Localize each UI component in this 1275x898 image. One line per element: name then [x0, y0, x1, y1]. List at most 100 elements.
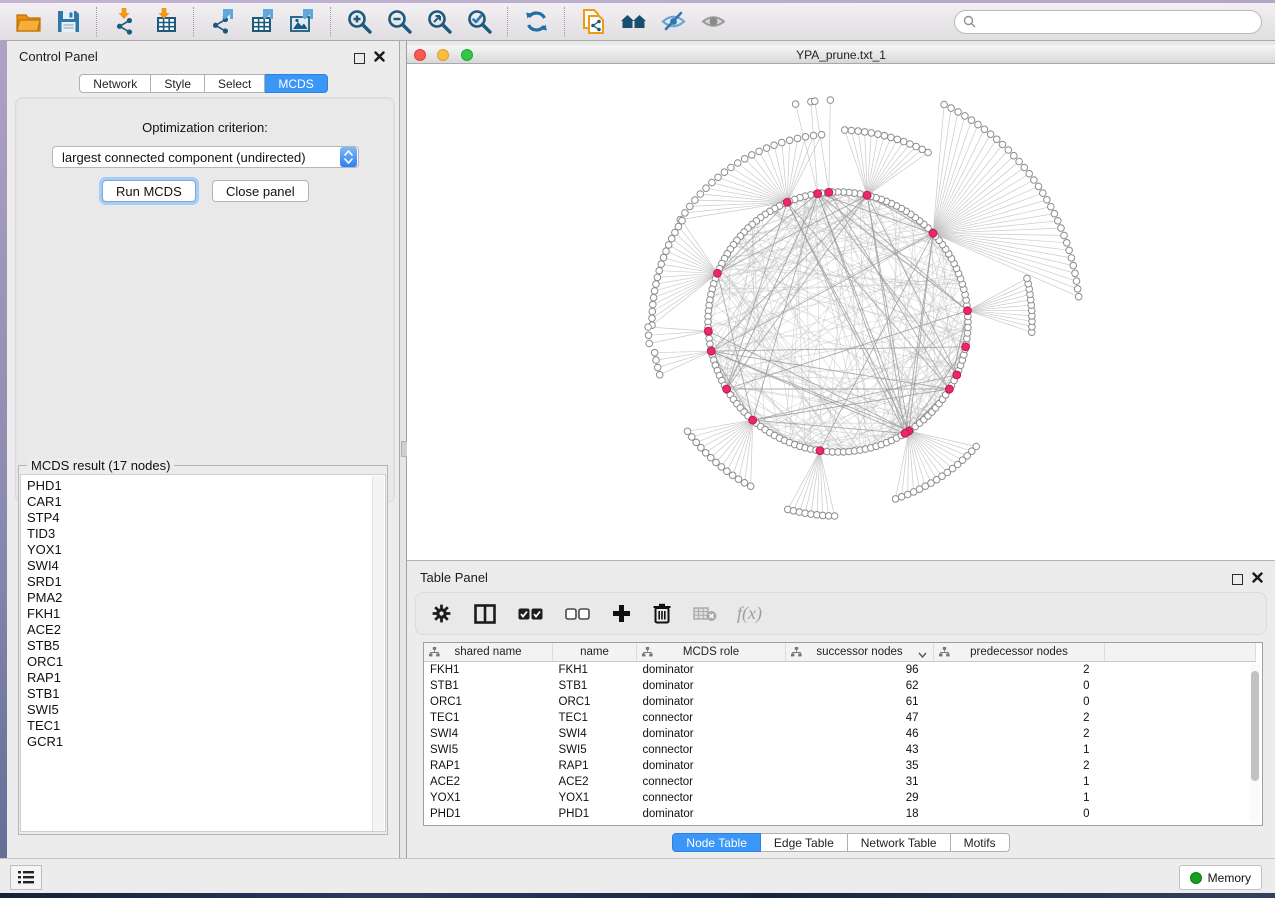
mcds-result-item[interactable]: RAP1 — [27, 670, 385, 686]
mcds-result-item[interactable]: TID3 — [27, 526, 385, 542]
gear-icon[interactable] — [431, 603, 452, 624]
column-header-name[interactable]: name — [553, 643, 637, 662]
tab-network[interactable]: Network — [79, 74, 151, 93]
table-scrollbar-thumb[interactable] — [1251, 671, 1259, 781]
sort-indicator-icon — [918, 649, 927, 661]
table-panel-tabs: Node TableEdge TableNetwork TableMotifs — [407, 833, 1275, 852]
node-table: shared namenameMCDS rolesuccessor nodesp… — [423, 642, 1263, 826]
network-view-area: YPA_prune.txt_1 Table Panel f(x) shared … — [407, 41, 1275, 858]
memory-label: Memory — [1208, 871, 1251, 885]
zoom-fit-icon[interactable] — [424, 7, 454, 37]
control-panel-tabs: NetworkStyleSelectMCDS — [7, 74, 400, 93]
mcds-result-item[interactable]: ACE2 — [27, 622, 385, 638]
zoom-in-icon[interactable] — [344, 7, 374, 37]
save-icon[interactable] — [53, 7, 83, 37]
delete-table-icon — [693, 606, 717, 622]
table-row[interactable]: ACE2ACE2connector311 — [424, 774, 1256, 790]
mcds-result-item[interactable]: YOX1 — [27, 542, 385, 558]
network-graph[interactable] — [407, 64, 1275, 560]
column-header-predecessor-nodes[interactable]: predecessor nodes — [934, 643, 1105, 662]
mcds-result-item[interactable]: SWI5 — [27, 702, 385, 718]
table-row[interactable]: SWI5SWI5connector431 — [424, 742, 1256, 758]
tab-edge-table[interactable]: Edge Table — [761, 833, 848, 852]
mcds-result-title: MCDS result (17 nodes) — [27, 458, 174, 473]
table-row[interactable]: ORC1ORC1dominator610 — [424, 694, 1256, 710]
mcds-result-item[interactable]: PMA2 — [27, 590, 385, 606]
tab-node-table[interactable]: Node Table — [672, 833, 761, 852]
search-input[interactable] — [954, 10, 1262, 34]
duplicate-network-icon[interactable] — [578, 7, 608, 37]
control-panel-title: Control Panel — [19, 49, 98, 64]
search-container — [954, 10, 1262, 34]
table-row[interactable]: YOX1YOX1connector291 — [424, 790, 1256, 806]
first-neighbors-icon[interactable] — [618, 7, 648, 37]
refresh-icon[interactable] — [521, 7, 551, 37]
table-row[interactable]: FKH1FKH1dominator962 — [424, 662, 1256, 679]
column-header-successor-nodes[interactable]: successor nodes — [786, 643, 934, 662]
tab-mcds[interactable]: MCDS — [265, 74, 327, 93]
table-row[interactable]: SWI4SWI4dominator462 — [424, 726, 1256, 742]
add-row-icon[interactable] — [612, 604, 631, 623]
select-all-icon[interactable] — [518, 608, 543, 620]
split-columns-icon[interactable] — [474, 604, 496, 624]
control-panel: Control Panel NetworkStyleSelectMCDS Opt… — [7, 41, 400, 858]
vertical-splitter[interactable] — [400, 41, 407, 858]
import-network-icon[interactable] — [110, 7, 140, 37]
criterion-select[interactable]: largest connected component (undirected) — [52, 146, 359, 168]
mcds-result-item[interactable]: FKH1 — [27, 606, 385, 622]
export-table-icon[interactable] — [247, 7, 277, 37]
control-panel-close-button[interactable] — [374, 49, 385, 67]
application-window: Control Panel NetworkStyleSelectMCDS Opt… — [0, 0, 1275, 898]
column-header-shared-name[interactable]: shared name — [424, 643, 553, 662]
mcds-result-list[interactable]: PHD1CAR1STP4TID3YOX1SWI4SRD1PMA2FKH1ACE2… — [20, 474, 386, 832]
column-header-filler — [1105, 643, 1256, 662]
tab-select[interactable]: Select — [205, 74, 265, 93]
export-network-icon[interactable] — [207, 7, 237, 37]
column-header-MCDS-role[interactable]: MCDS role — [637, 643, 786, 662]
task-history-button[interactable] — [10, 865, 42, 890]
table-panel-float-button[interactable] — [1232, 574, 1243, 585]
deselect-all-icon[interactable] — [565, 608, 590, 620]
table-column-icon — [791, 647, 802, 660]
mcds-result-group: MCDS result (17 nodes) PHD1CAR1STP4TID3Y… — [18, 465, 388, 835]
tab-motifs[interactable]: Motifs — [951, 833, 1010, 852]
zoom-out-icon[interactable] — [384, 7, 414, 37]
open-folder-icon[interactable] — [13, 7, 43, 37]
mcds-result-item[interactable]: PHD1 — [27, 478, 385, 494]
table-row[interactable]: PHD1PHD1dominator180 — [424, 806, 1256, 822]
mcds-result-item[interactable]: SRD1 — [27, 574, 385, 590]
table-panel-close-button[interactable] — [1252, 570, 1263, 588]
import-table-icon[interactable] — [150, 7, 180, 37]
mcds-result-item[interactable]: STB1 — [27, 686, 385, 702]
control-panel-float-button[interactable] — [354, 53, 365, 64]
mcds-result-item[interactable]: CAR1 — [27, 494, 385, 510]
network-canvas[interactable] — [407, 64, 1275, 560]
zoom-selected-icon[interactable] — [464, 7, 494, 37]
mcds-result-item[interactable]: TEC1 — [27, 718, 385, 734]
optimization-criterion-label: Optimization criterion: — [16, 120, 394, 135]
search-icon — [963, 15, 976, 33]
mcds-tab-content: Optimization criterion: largest connecte… — [15, 97, 395, 503]
mcds-result-item[interactable]: GCR1 — [27, 734, 385, 750]
table-scrollbar[interactable] — [1250, 663, 1260, 823]
hide-selected-icon[interactable] — [658, 7, 688, 37]
tab-style[interactable]: Style — [151, 74, 205, 93]
table-row[interactable]: STB1STB1dominator620 — [424, 678, 1256, 694]
show-all-icon[interactable] — [698, 7, 728, 37]
table-column-icon — [939, 647, 950, 660]
delete-row-icon[interactable] — [653, 603, 671, 624]
tab-network-table[interactable]: Network Table — [848, 833, 951, 852]
mcds-result-item[interactable]: STB5 — [27, 638, 385, 654]
close-panel-button[interactable]: Close panel — [212, 180, 309, 202]
mcds-list-scrollbar[interactable] — [372, 476, 384, 832]
table-row[interactable]: TEC1TEC1connector472 — [424, 710, 1256, 726]
mcds-result-item[interactable]: SWI4 — [27, 558, 385, 574]
run-mcds-button[interactable]: Run MCDS — [102, 180, 196, 202]
mcds-result-item[interactable]: STP4 — [27, 510, 385, 526]
table-panel-title: Table Panel — [420, 570, 488, 585]
memory-button[interactable]: Memory — [1179, 865, 1262, 890]
status-bar: Memory — [0, 858, 1275, 893]
export-image-icon[interactable] — [287, 7, 317, 37]
table-row[interactable]: RAP1RAP1dominator352 — [424, 758, 1256, 774]
mcds-result-item[interactable]: ORC1 — [27, 654, 385, 670]
